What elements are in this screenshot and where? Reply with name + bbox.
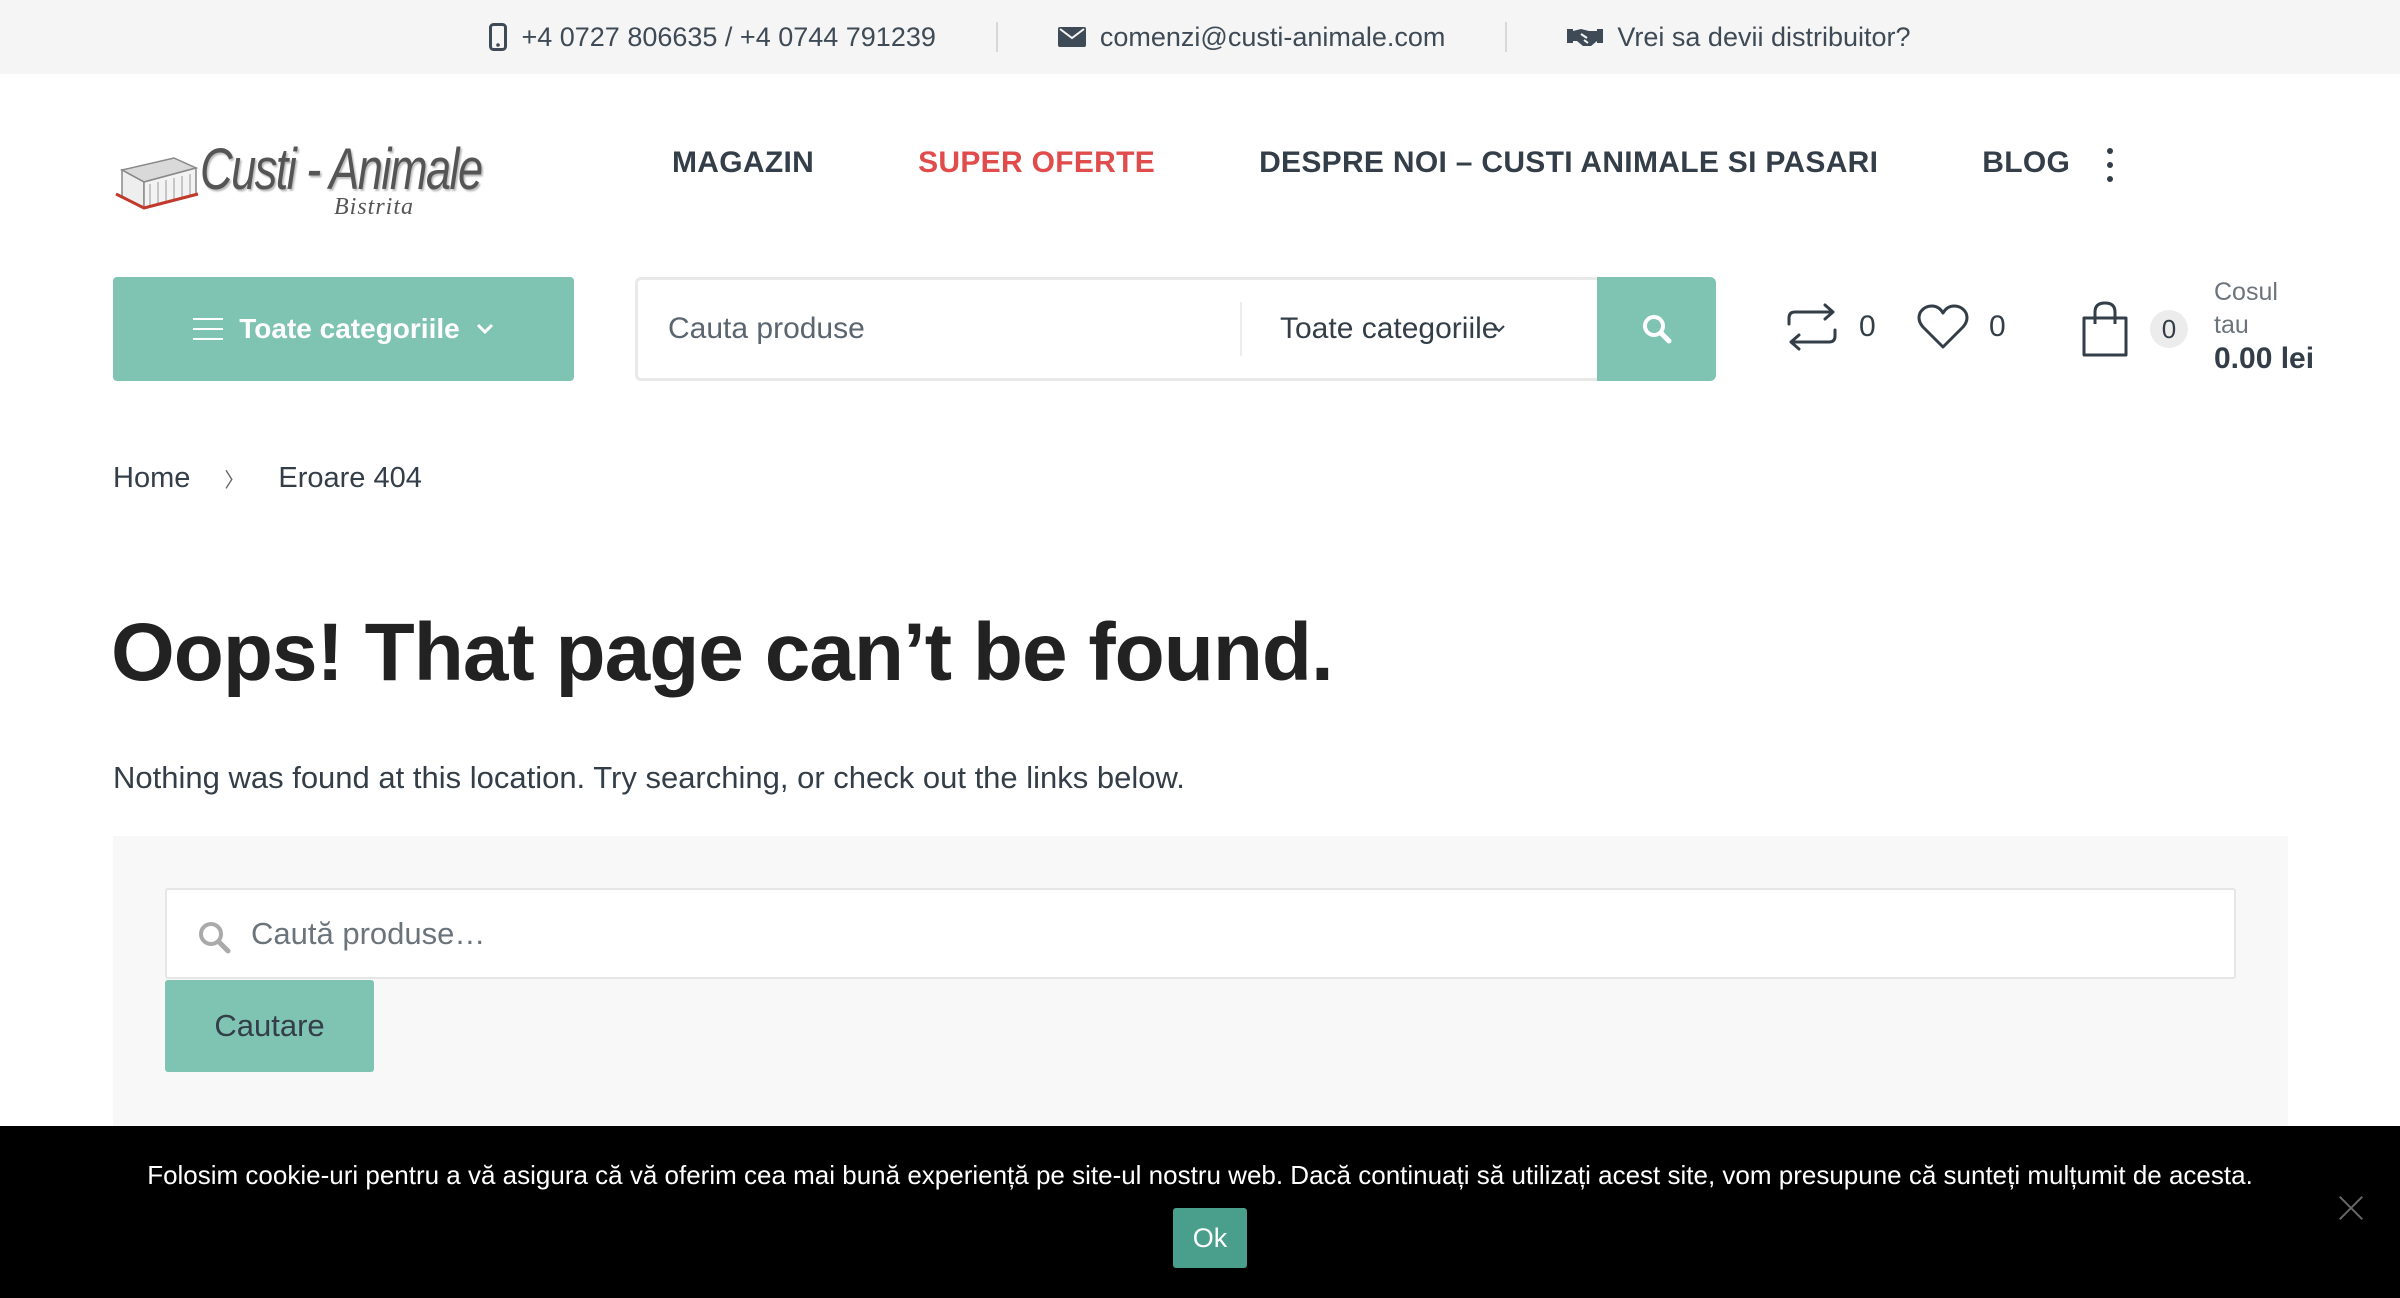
site-logo[interactable]: Custi - Animale Bistrita [112, 136, 512, 226]
cart-label-line2: tau [2214, 311, 2249, 339]
nav-item-despre-noi[interactable]: DESPRE NOI – CUSTI ANIMALE SI PASARI [1259, 146, 1878, 180]
cart-count-badge: 0 [2150, 310, 2188, 348]
product-search-button[interactable]: Cautare [165, 980, 374, 1072]
all-categories-label: Toate categoriile [239, 313, 460, 344]
search-category-value: Toate categoriile [1280, 312, 1499, 345]
all-categories-button[interactable]: Toate categoriile [113, 277, 574, 381]
shopping-bag-icon [2082, 301, 2128, 357]
heart-icon [1917, 304, 1969, 349]
divider [995, 22, 998, 52]
close-icon[interactable] [2337, 1194, 2365, 1222]
compare-count: 0 [1859, 310, 1876, 343]
chevron-down-icon [1493, 325, 1506, 333]
product-search-panel: Cautare [113, 836, 2288, 1136]
nav-item-super-oferte[interactable]: SUPER OFERTE [918, 146, 1155, 180]
product-search-field [165, 888, 2236, 979]
logo-text: Custi - Animale [200, 137, 483, 202]
cart-link[interactable]: 0 [2080, 300, 2188, 358]
breadcrumb-home[interactable]: Home [113, 462, 190, 495]
cookie-banner: Folosim cookie-uri pentru a vă asigura c… [0, 1126, 2400, 1298]
topbar-distributor-link[interactable]: Vrei sa devii distribuitor? [1537, 22, 1940, 53]
topbar-phone-text: +4 0727 806635 / +4 0744 791239 [521, 21, 936, 52]
phone-icon [489, 23, 508, 51]
cart-label-line1: Cosul [2214, 278, 2278, 306]
cookie-ok-button[interactable]: Ok [1173, 1208, 1247, 1268]
cart-label[interactable]: Cosul tau [2214, 276, 2278, 342]
search-input[interactable] [668, 280, 1228, 378]
search-icon [1642, 315, 1671, 344]
compare-link[interactable]: 0 [1785, 302, 1876, 352]
search-button[interactable] [1597, 277, 1716, 381]
topbar-email-text: comenzi@custi-animale.com [1099, 21, 1446, 52]
nav-item-blog[interactable]: BLOG [1982, 146, 2070, 180]
main-nav: MAGAZIN SUPER OFERTE DESPRE NOI – CUSTI … [672, 146, 2070, 180]
cart-total[interactable]: 0.00 lei [2214, 342, 2314, 376]
header-search: Toate categoriile [635, 277, 1716, 381]
divider [1240, 302, 1242, 356]
breadcrumb-current: Eroare 404 [278, 462, 422, 494]
breadcrumb-separator: 〉 [224, 470, 245, 492]
wishlist-link[interactable]: 0 [1917, 304, 2006, 350]
chevron-down-icon [476, 323, 493, 335]
topbar-email[interactable]: comenzi@custi-animale.com [1028, 22, 1476, 53]
topbar-distributor-text: Vrei sa devii distribuitor? [1617, 21, 1911, 52]
nav-item-magazin[interactable]: MAGAZIN [672, 146, 814, 180]
envelope-icon [1057, 27, 1086, 47]
search-category-select[interactable]: Toate categoriile [1280, 280, 1506, 378]
wishlist-count: 0 [1989, 310, 2006, 343]
topbar-phone[interactable]: +4 0727 806635 / +4 0744 791239 [459, 22, 965, 53]
logo-subtext: Bistrita [334, 194, 415, 220]
top-bar: +4 0727 806635 / +4 0744 791239 comenzi@… [0, 0, 2400, 74]
more-icon[interactable] [2100, 148, 2120, 182]
cage-logo-icon [115, 157, 199, 210]
page-description: Nothing was found at this location. Try … [113, 760, 1185, 795]
compare-icon [1787, 303, 1837, 351]
cookie-text: Folosim cookie-uri pentru a vă asigura c… [147, 1160, 2253, 1190]
divider [1505, 22, 1508, 52]
menu-icon [193, 318, 224, 340]
search-icon [199, 922, 231, 954]
page-title: Oops! That page can’t be found. [111, 607, 1334, 698]
product-search-input[interactable] [251, 890, 2201, 977]
handshake-icon [1567, 26, 1604, 48]
breadcrumb: Home 〉 Eroare 404 [113, 462, 422, 495]
